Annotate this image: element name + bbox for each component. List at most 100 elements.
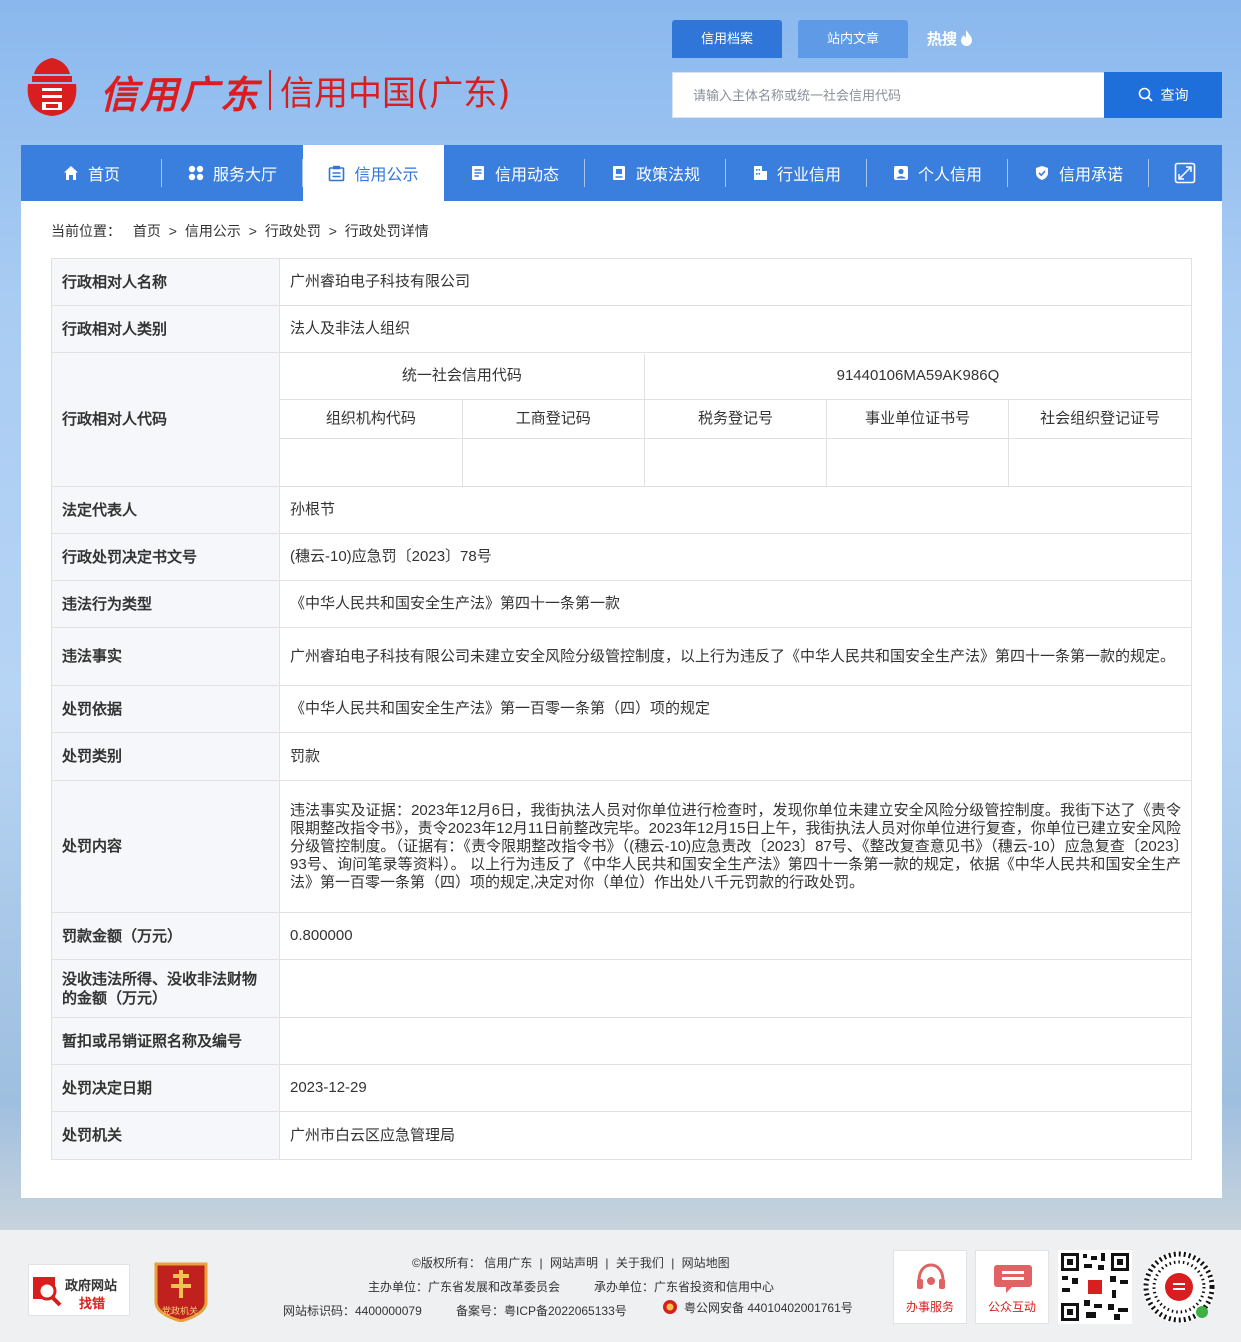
breadcrumb-item-credit-publicity[interactable]: 信用公示 xyxy=(185,223,241,239)
home-icon xyxy=(63,166,78,180)
nav-item-home[interactable]: 首页 xyxy=(21,145,162,201)
hot-search-label: 热搜 xyxy=(927,31,958,48)
field-label: 行政相对人类别 xyxy=(51,305,280,353)
field-label: 处罚内容 xyxy=(51,780,280,913)
code-subtable: 统一社会信用代码 91440106MA59AK986Q 组织机构代码 工商登记码… xyxy=(280,353,1191,486)
breadcrumb-item-current: 行政处罚详情 xyxy=(344,223,429,239)
tab-site-articles[interactable]: 站内文章 xyxy=(798,20,908,58)
service-tile[interactable]: 办事服务 xyxy=(893,1250,967,1324)
field-label: 处罚类别 xyxy=(51,732,280,781)
mini-program-code xyxy=(1143,1251,1215,1323)
breadcrumb-label: 当前位置： xyxy=(51,223,121,239)
search-button[interactable]: 查询 xyxy=(1104,72,1222,118)
police-emblem-icon xyxy=(663,1300,677,1314)
interact-tile-label: 公众互动 xyxy=(987,1300,1036,1314)
news-icon xyxy=(471,166,484,180)
breadcrumb-item-home[interactable]: 首页 xyxy=(133,223,161,239)
nav-label: 信用动态 xyxy=(494,167,559,184)
nav-item-personal-credit[interactable]: 个人信用 xyxy=(867,145,1008,201)
nav-item-credit-publicity[interactable]: 信用公示 xyxy=(303,145,444,201)
field-value: 广州市白云区应急管理局 xyxy=(279,1111,1192,1160)
code-header: 组织机构代码 xyxy=(280,399,463,439)
building-icon xyxy=(753,166,767,180)
magnifier-logo-icon xyxy=(33,1277,62,1307)
logo-script-text: 信用广东 xyxy=(100,72,261,117)
nav-label: 政策法规 xyxy=(635,167,700,184)
nav-label: 信用承诺 xyxy=(1058,167,1123,184)
table-row: 罚款金额（万元） 0.800000 xyxy=(51,912,1192,960)
site-id-text: 网站标识码：4400000079 xyxy=(283,1304,422,1318)
footer-link[interactable]: 网站地图 xyxy=(682,1256,730,1270)
code-value xyxy=(461,438,645,486)
footer-link[interactable]: 关于我们 xyxy=(616,1256,664,1270)
footer-link[interactable]: 网站声明 xyxy=(550,1256,598,1270)
table-row: 组织机构代码 工商登记码 税务登记号 事业单位证书号 社会组织登记证号 xyxy=(280,399,1191,439)
field-label: 行政处罚决定书文号 xyxy=(51,533,280,581)
field-value: 《中华人民共和国安全生产法》第一百零一条第（四）项的规定 xyxy=(279,685,1192,733)
field-value: 广州睿珀电子科技有限公司 xyxy=(279,258,1192,306)
police-record-link[interactable]: 粤公网安备 44010402001761号 xyxy=(662,1299,853,1316)
field-value: 违法事实及证据：2023年12月6日，我街执法人员对你单位进行检查时，发现你单位… xyxy=(279,780,1192,913)
sponsor-text: 主办单位：广东省发展和改革委员会 xyxy=(368,1280,561,1294)
code-header: 工商登记码 xyxy=(461,399,645,439)
field-value: 法人及非法人组织 xyxy=(279,305,1192,353)
code-value xyxy=(280,438,463,486)
person-icon xyxy=(893,166,908,180)
table-row xyxy=(280,438,1191,486)
nav-label: 个人信用 xyxy=(917,167,982,184)
code-subtable-cell: 统一社会信用代码 91440106MA59AK986Q 组织机构代码 工商登记码… xyxy=(279,352,1192,487)
logo-emblem-icon xyxy=(27,58,77,116)
nav-item-service-hall[interactable]: 服务大厅 xyxy=(162,145,303,201)
nav-label: 行业信用 xyxy=(776,167,841,184)
field-label: 没收违法所得、没收非法财物的金额（万元） xyxy=(51,959,280,1018)
code-header: 税务登记号 xyxy=(643,399,828,439)
table-row: 处罚决定日期 2023-12-29 xyxy=(51,1064,1192,1112)
uscc-label: 统一社会信用代码 xyxy=(280,353,645,400)
party-badge-text: 党政机关 xyxy=(162,1306,199,1316)
qr-code-wechat xyxy=(1058,1250,1132,1324)
hot-search-link[interactable]: 热搜 xyxy=(927,28,973,49)
search-input[interactable] xyxy=(673,73,1105,117)
table-row: 行政相对人代码 统一社会信用代码 91440106MA59AK986Q 组织机构… xyxy=(51,352,1192,487)
table-row: 违法行为类型 《中华人民共和国安全生产法》第四十一条第一款 xyxy=(51,580,1192,628)
grid-icon xyxy=(188,165,204,181)
gov-site-title: 政府网站 xyxy=(65,1278,118,1293)
headset-icon xyxy=(917,1263,945,1289)
search-box: 查询 xyxy=(672,72,1222,118)
breadcrumb: 当前位置： 首页 > 信用公示 > 行政处罚 > 行政处罚详情 xyxy=(51,221,433,241)
nav-item-credit-promise[interactable]: 信用承诺 xyxy=(1008,145,1149,201)
breadcrumb-item-admin-penalty[interactable]: 行政处罚 xyxy=(265,223,321,239)
nav-label: 信用公示 xyxy=(354,167,419,184)
footer-link[interactable]: 信用广东 xyxy=(484,1256,532,1270)
footer-link-divider: | xyxy=(605,1256,609,1270)
footer-links: ©版权所有： 信用广东 | 网站声明 | 关于我们 | 网站地图 xyxy=(412,1254,730,1271)
field-value xyxy=(279,1017,1192,1065)
table-row: 统一社会信用代码 91440106MA59AK986Q xyxy=(280,353,1191,400)
gov-site-error-link[interactable]: 政府网站 找错 xyxy=(28,1264,130,1316)
table-row: 没收违法所得、没收非法财物的金额（万元） xyxy=(51,959,1192,1018)
nav-expand-button[interactable] xyxy=(1149,145,1221,201)
field-value: 广州睿珀电子科技有限公司未建立安全风险分级管控制度，以上行为违反了《中华人民共和… xyxy=(279,627,1192,686)
nav-item-credit-news[interactable]: 信用动态 xyxy=(444,145,585,201)
notice-icon xyxy=(329,165,345,181)
tab-credit-archive[interactable]: 信用档案 xyxy=(672,20,782,58)
party-government-badge[interactable]: 党政机关 xyxy=(152,1260,210,1323)
field-value: 0.800000 xyxy=(279,912,1192,960)
interact-tile[interactable]: 公众互动 xyxy=(975,1250,1049,1324)
table-row: 法定代表人 孙根节 xyxy=(51,486,1192,534)
field-value: 2023-12-29 xyxy=(279,1064,1192,1112)
code-value xyxy=(1008,438,1191,486)
nav-item-policy[interactable]: 政策法规 xyxy=(585,145,726,201)
nav-item-industry-credit[interactable]: 行业信用 xyxy=(726,145,867,201)
code-header: 事业单位证书号 xyxy=(826,399,1010,439)
table-row: 行政相对人名称 广州睿珀电子科技有限公司 xyxy=(51,258,1192,306)
site-footer: 政府网站 找错 党政机关 ©版权所有： 信用广东 | 网站声明 | 关于我们 |… xyxy=(0,1230,1241,1342)
nav-label: 首页 xyxy=(87,167,120,184)
icp-link[interactable]: 备案号：粤ICP备2022065133号 xyxy=(456,1302,627,1319)
site-logo[interactable]: 信用广东 信用中国(广东) xyxy=(22,52,512,124)
table-row: 处罚依据 《中华人民共和国安全生产法》第一百零一条第（四）项的规定 xyxy=(51,685,1192,733)
field-label: 行政相对人代码 xyxy=(51,352,280,487)
logo-plain-text: 信用中国(广东) xyxy=(280,74,511,114)
search-icon xyxy=(1138,87,1153,102)
field-label: 处罚机关 xyxy=(51,1111,280,1160)
